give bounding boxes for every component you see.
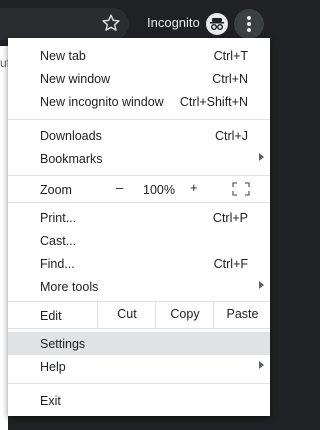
menu-item-label: Downloads (40, 129, 102, 143)
menu-item-find[interactable]: Find... Ctrl+F (8, 252, 270, 275)
menu-item-label: New tab (40, 49, 86, 63)
background-page: uf (0, 46, 10, 430)
menu-item-label: Bookmarks (40, 152, 103, 166)
zoom-in-button[interactable]: + (190, 180, 198, 195)
menu-item-shortcut: Ctrl+J (215, 129, 248, 143)
menu-item-shortcut: Ctrl+T (213, 49, 248, 63)
copy-button[interactable]: Copy (155, 301, 214, 328)
zoom-level: 100% (143, 183, 175, 197)
menu-separator (8, 328, 270, 329)
zoom-out-button[interactable]: – (116, 180, 123, 195)
menu-item-shortcut: Ctrl+Shift+N (179, 95, 248, 109)
paste-button[interactable]: Paste (213, 301, 271, 328)
fullscreen-icon[interactable] (232, 182, 250, 196)
zoom-row: Zoom – 100% + (8, 175, 270, 202)
menu-item-more-tools[interactable]: More tools (8, 275, 270, 298)
menu-item-print[interactable]: Print... Ctrl+P (8, 206, 270, 229)
edit-label: Edit (40, 309, 62, 323)
menu-separator (8, 383, 270, 384)
submenu-arrow-icon (259, 361, 264, 369)
menu-item-new-tab[interactable]: New tab Ctrl+T (8, 44, 270, 67)
menu-item-label: Print... (40, 211, 77, 225)
menu-item-shortcut: Ctrl+F (213, 257, 248, 271)
star-icon[interactable] (100, 12, 122, 34)
cut-button[interactable]: Cut (97, 301, 156, 328)
menu-item-label: Cast... (40, 234, 77, 248)
menu-item-cast[interactable]: Cast... (8, 229, 270, 252)
more-vert-icon[interactable] (234, 9, 264, 39)
incognito-label[interactable]: Incognito (147, 15, 200, 30)
menu-item-downloads[interactable]: Downloads Ctrl+J (8, 124, 270, 147)
menu-item-exit[interactable]: Exit (8, 389, 270, 412)
menu-item-label: Find... (40, 257, 75, 271)
menu-item-new-window[interactable]: New window Ctrl+N (8, 67, 270, 90)
menu-item-settings[interactable]: Settings (8, 332, 270, 355)
zoom-label: Zoom (40, 183, 72, 197)
menu-item-label: New window (40, 72, 111, 86)
menu-separator (8, 202, 270, 203)
browser-menu: New tab Ctrl+T New window Ctrl+N New inc… (8, 38, 270, 416)
menu-separator (8, 119, 270, 120)
menu-item-label: More tools (40, 280, 99, 294)
menu-item-shortcut: Ctrl+N (212, 72, 248, 86)
menu-item-label: Exit (40, 394, 61, 408)
menu-item-help[interactable]: Help (8, 355, 270, 378)
menu-item-label: Help (40, 360, 66, 374)
menu-item-label: Settings (40, 337, 86, 351)
menu-item-bookmarks[interactable]: Bookmarks (8, 147, 270, 170)
edit-row: Edit Cut Copy Paste (8, 301, 270, 328)
submenu-arrow-icon (259, 281, 264, 289)
incognito-icon[interactable] (206, 13, 228, 35)
menu-item-new-incognito-window[interactable]: New incognito window Ctrl+Shift+N (8, 90, 270, 113)
submenu-arrow-icon (259, 153, 264, 161)
menu-item-shortcut: Ctrl+P (212, 211, 248, 225)
menu-item-label: New incognito window (40, 95, 164, 109)
